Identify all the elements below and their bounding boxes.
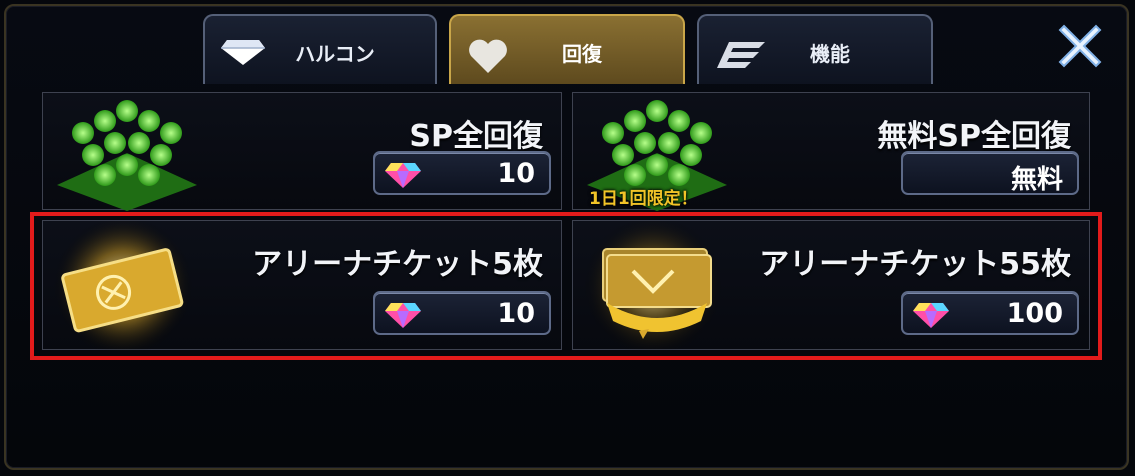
sp-potions-image <box>57 100 197 211</box>
price-value: 10 <box>497 158 535 189</box>
item-sp-full-recovery[interactable]: SP全回復 10 <box>42 92 562 211</box>
tab-label-recovery: 回復 <box>562 42 602 66</box>
tab-label-harukon: ハルコン <box>295 42 375 66</box>
item-title: 無料SP全回復 <box>877 119 1071 154</box>
item-free-sp-full-recovery[interactable]: 1日1回限定！ 無料SP全回復 無料 <box>572 92 1090 211</box>
tab-functions[interactable]: 機能 <box>697 14 933 84</box>
item-title: SP全回復 <box>409 119 543 154</box>
price-button[interactable]: 無料 <box>901 151 1079 195</box>
tab-recovery[interactable]: 回復 <box>449 14 685 84</box>
tab-label-functions: 機能 <box>810 42 850 66</box>
close-icon[interactable] <box>1056 22 1104 70</box>
selection-highlight <box>30 212 1102 360</box>
price-free: 無料 <box>1010 165 1063 195</box>
daily-limit-badge: 1日1回限定！ <box>589 189 698 209</box>
price-button[interactable]: 10 <box>373 151 551 195</box>
tab-harukon[interactable]: ハルコン <box>203 14 437 84</box>
gem-icon <box>385 161 421 193</box>
